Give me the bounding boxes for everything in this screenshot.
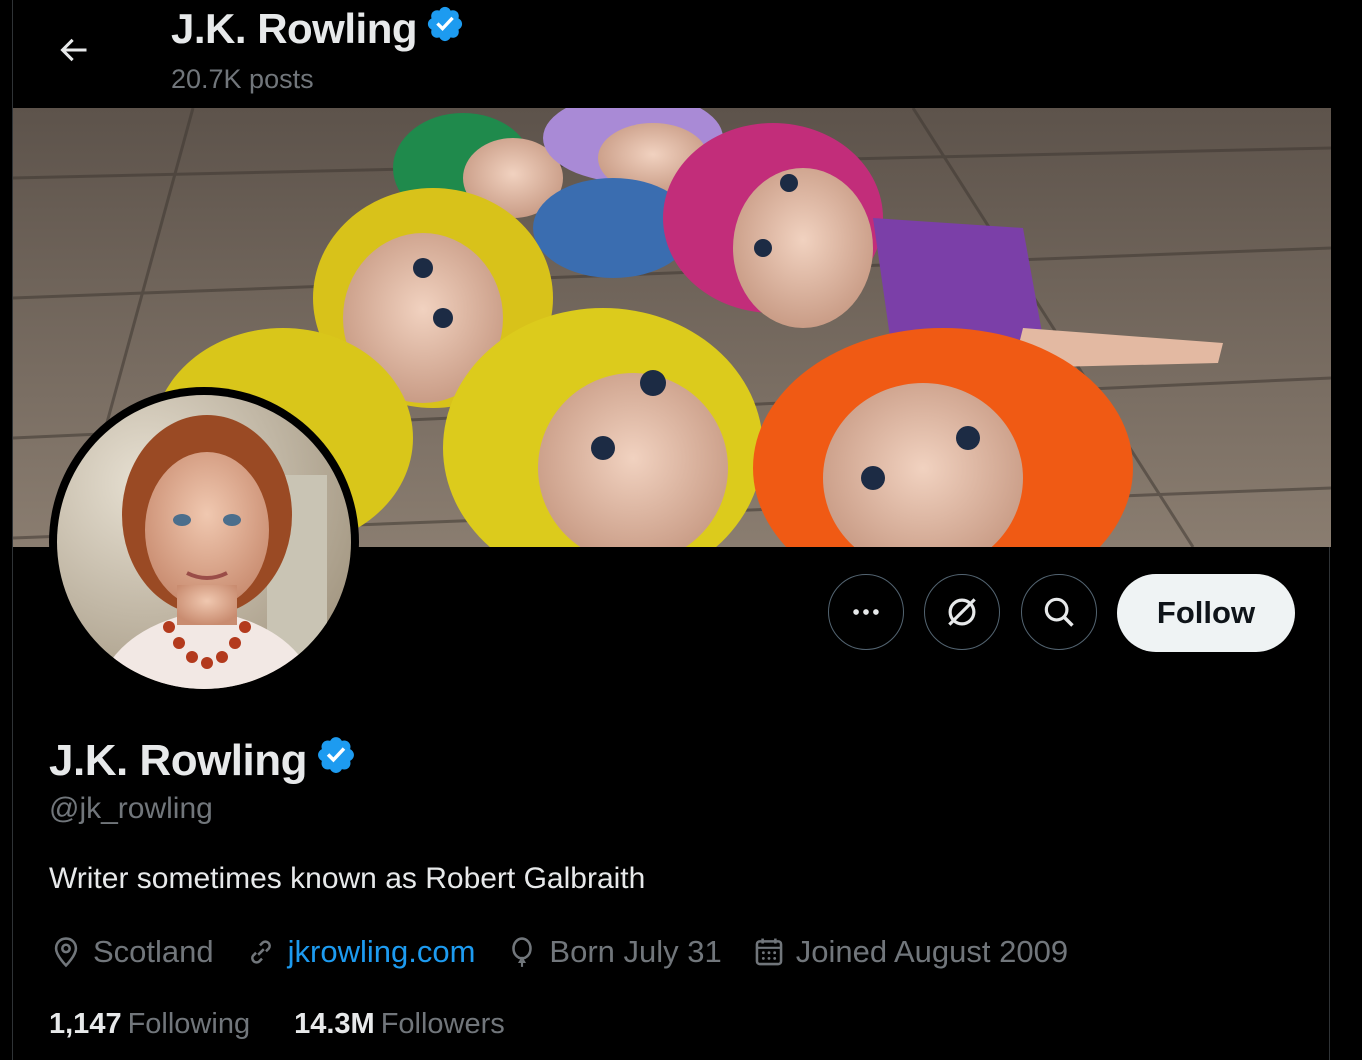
profile-bio: Writer sometimes known as Robert Galbrai… xyxy=(49,862,646,895)
header-name: J.K. Rowling xyxy=(171,5,418,52)
following-count: 1,147 xyxy=(49,1008,122,1040)
follow-button[interactable]: Follow xyxy=(1117,574,1295,652)
top-bar: J.K. Rowling 20.7K posts xyxy=(13,0,1331,108)
followers-link[interactable]: 14.3M Followers xyxy=(294,1008,505,1041)
search-profile-button[interactable] xyxy=(1021,574,1097,650)
birthday-item: Born July 31 xyxy=(505,934,722,970)
grok-button[interactable] xyxy=(924,574,1000,650)
verified-badge-icon[interactable] xyxy=(315,734,357,787)
website-item: jkrowling.com xyxy=(244,934,476,970)
profile-stats: 1,147 Following 14.3M Followers xyxy=(49,1008,549,1041)
header-title: J.K. Rowling xyxy=(171,4,465,54)
profile-actions: Follow xyxy=(13,574,1331,654)
link-icon xyxy=(244,935,278,969)
location-pin-icon xyxy=(49,935,83,969)
location-text: Scotland xyxy=(93,934,214,969)
posts-count: 20.7K posts xyxy=(171,64,314,94)
birthday-text: Born July 31 xyxy=(549,934,722,969)
grok-icon xyxy=(948,598,976,626)
following-label: Following xyxy=(127,1008,251,1040)
followers-count: 14.3M xyxy=(294,1008,375,1040)
following-link[interactable]: 1,147 Following xyxy=(49,1008,250,1041)
profile-name: J.K. Rowling xyxy=(49,735,308,785)
verified-badge-icon[interactable] xyxy=(425,4,465,54)
more-icon xyxy=(853,609,879,615)
arrow-left-icon xyxy=(60,38,87,62)
back-button[interactable] xyxy=(46,23,100,77)
calendar-icon xyxy=(752,935,786,969)
website-link[interactable]: jkrowling.com xyxy=(288,934,476,970)
joined-text: Joined August 2009 xyxy=(795,934,1069,969)
profile-name-row: J.K. Rowling xyxy=(49,734,357,787)
followers-label: Followers xyxy=(380,1008,505,1040)
profile-handle: @jk_rowling xyxy=(49,792,213,825)
more-button[interactable] xyxy=(828,574,904,650)
profile-meta: Scotland jkrowling.com Born July 31 Join… xyxy=(49,934,1098,970)
joined-item: Joined August 2009 xyxy=(752,934,1068,970)
search-icon xyxy=(1044,597,1074,627)
profile-column: J.K. Rowling 20.7K posts Follow J.K. Row… xyxy=(12,0,1331,1060)
balloon-icon xyxy=(505,935,539,969)
location-item: Scotland xyxy=(49,934,214,970)
